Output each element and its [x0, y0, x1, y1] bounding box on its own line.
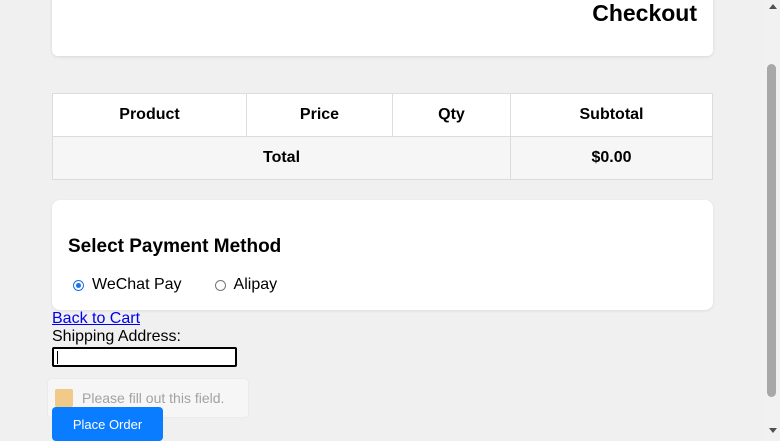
- validation-message: Please fill out this field.: [82, 390, 225, 406]
- scroll-down-icon[interactable]: [769, 428, 777, 433]
- place-order-button[interactable]: Place Order: [52, 407, 163, 441]
- shipping-address-input[interactable]: [52, 347, 237, 367]
- total-label: Total: [52, 136, 511, 180]
- alipay-radio[interactable]: [214, 279, 226, 291]
- total-row: Total $0.00: [52, 136, 713, 180]
- shipping-address-label: Shipping Address:: [52, 328, 181, 345]
- column-header-price: Price: [246, 93, 393, 137]
- page-viewport: Checkout Product Price Qty Subtotal Tota…: [0, 0, 765, 441]
- payment-method-title: Select Payment Method: [68, 236, 282, 257]
- header-card: Checkout: [52, 0, 713, 56]
- column-header-product: Product: [52, 93, 247, 137]
- wechat-radio[interactable]: [73, 279, 84, 291]
- back-to-cart-link[interactable]: Back to Cart: [52, 310, 140, 328]
- scroll-up-icon[interactable]: [769, 4, 777, 9]
- text-caret: [57, 351, 58, 364]
- column-header-qty: Qty: [392, 93, 511, 137]
- vertical-scrollbar[interactable]: [765, 0, 780, 441]
- payment-method-card: Select Payment Method WeChat Pay Alipay: [52, 200, 713, 310]
- payment-options: WeChat Pay Alipay: [68, 276, 305, 294]
- total-value: $0.00: [510, 136, 713, 180]
- table-header-row: Product Price Qty Subtotal: [52, 93, 713, 137]
- warning-icon: [55, 389, 73, 407]
- payment-option-alipay[interactable]: Alipay: [210, 276, 278, 294]
- alipay-label: Alipay: [233, 276, 278, 293]
- page-title: Checkout: [592, 0, 697, 26]
- cart-table: Product Price Qty Subtotal Total $0.00: [52, 93, 713, 180]
- wechat-label: WeChat Pay: [92, 276, 182, 293]
- payment-option-wechat[interactable]: WeChat Pay: [68, 276, 182, 294]
- scroll-thumb[interactable]: [767, 64, 776, 397]
- column-header-subtotal: Subtotal: [510, 93, 713, 137]
